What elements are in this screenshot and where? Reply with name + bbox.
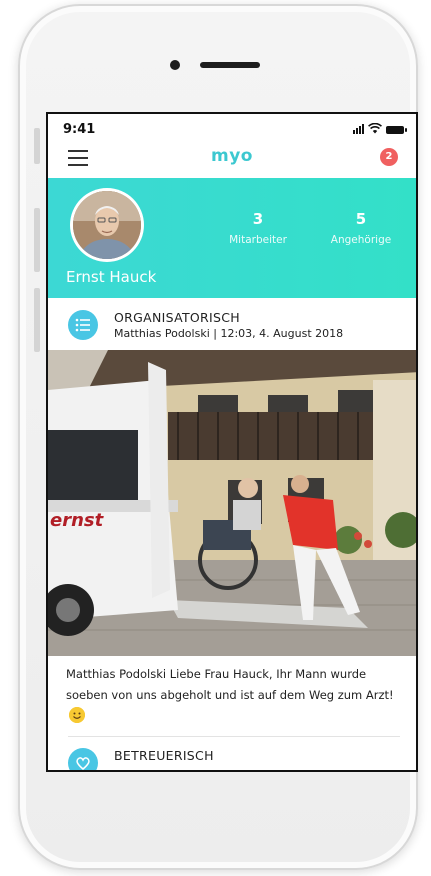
post-photo[interactable]: ernst [48, 350, 416, 656]
category-title: BETREUERISCH [114, 748, 214, 763]
earpiece-speaker [200, 62, 260, 68]
van-lettering: ernst [50, 510, 105, 531]
feed-item-header[interactable]: BETREUERISCH [48, 738, 416, 770]
divider [68, 736, 400, 737]
wifi-icon [368, 123, 382, 134]
stat-value: 3 [252, 210, 264, 228]
checklist-icon [68, 310, 98, 340]
volume-down-button [34, 288, 40, 352]
volume-up-button [34, 208, 40, 272]
stat-label: Mitarbeiter [229, 234, 287, 246]
heart-icon [68, 748, 98, 770]
notification-badge[interactable]: 2 [380, 148, 398, 166]
feed-item-header[interactable]: ORGANISATORISCH Matthias Podolski | 12:0… [48, 298, 416, 350]
category-title: ORGANISATORISCH [114, 310, 240, 325]
avatar-photo [73, 191, 141, 259]
profile-banner: Ernst Hauck 3 Mitarbeiter 5 Angehörige [48, 178, 416, 298]
app-title: myo [211, 146, 253, 166]
post-body: Matthias Podolski Liebe Frau Hauck, Ihr … [66, 667, 394, 702]
post-meta: Matthias Podolski | 12:03, 4. August 201… [114, 327, 344, 340]
front-camera [170, 60, 180, 70]
stat-label: Angehörige [330, 234, 392, 246]
avatar[interactable] [70, 188, 144, 262]
profile-photo-illustration [73, 191, 141, 259]
app-header: myo 2 [48, 142, 416, 178]
signal-icon [353, 124, 364, 134]
stat-angehoerige[interactable]: 5 Angehörige [324, 210, 398, 246]
stat-mitarbeiter[interactable]: 3 Mitarbeiter [228, 210, 288, 246]
profile-name: Ernst Hauck [66, 268, 157, 286]
status-time: 9:41 [63, 122, 96, 137]
status-icons [353, 123, 407, 134]
post-text: Matthias Podolski Liebe Frau Hauck, Ihr … [66, 664, 402, 727]
stat-value: 5 [355, 210, 367, 228]
van-wheelchair-photo: ernst [48, 350, 416, 656]
status-bar: 9:41 [48, 114, 416, 142]
app-screen: 9:41 myo 2 Ernst Hauck 3 Mitarbeiter 5 A… [46, 112, 418, 772]
mute-switch [34, 128, 40, 164]
battery-icon [386, 126, 407, 134]
smiley-emoji-icon [69, 707, 85, 723]
